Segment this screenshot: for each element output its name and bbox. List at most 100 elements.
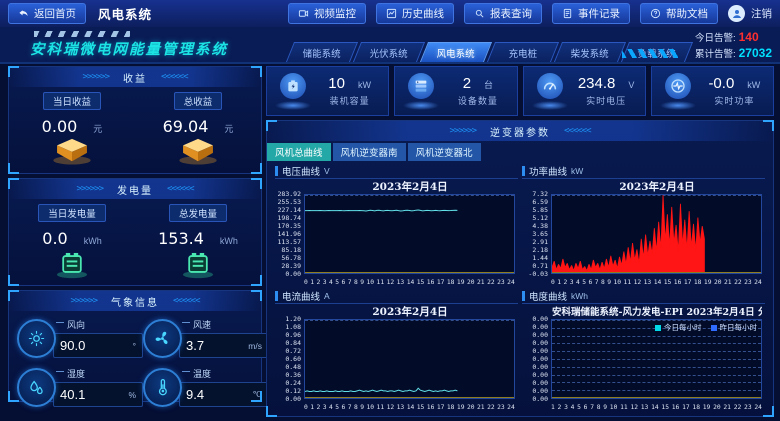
temperature-value: 9.4 — [186, 387, 204, 402]
tab-fan-inverter-south[interactable]: 风机逆变器南 — [333, 143, 406, 161]
y-tick-label: 227.14 — [278, 206, 301, 214]
x-tick-label: 5 — [335, 404, 339, 411]
user-icon — [731, 8, 743, 20]
humidity-unit: % — [128, 390, 136, 400]
inverter-params-panel: >>>>>> 逆变器参数 <<<<<< 风机总曲线 风机逆变器南 风机逆变器北 … — [266, 120, 774, 417]
tab-charging-pile[interactable]: 充电桩 — [487, 42, 559, 62]
y-tick-label: 0.00 — [532, 347, 548, 355]
x-tick-label: 1 — [557, 279, 561, 286]
history-curve-icon — [386, 8, 397, 19]
tab-storage-system[interactable]: 储能系统 — [286, 42, 358, 62]
video-monitor-button[interactable]: 视频监控 — [288, 3, 366, 24]
tab-label: 柴发系统 — [571, 46, 609, 60]
x-tick-label: 18 — [692, 404, 700, 411]
tab-pv-system[interactable]: 光伏系统 — [353, 42, 425, 62]
chevron-left-decoration: <<<<<< — [173, 296, 200, 306]
x-tick-label: 14 — [407, 279, 415, 286]
weather-panel-header: >>>>>> 气象信息 <<<<<< — [9, 291, 261, 311]
title-bar-decoration — [275, 166, 278, 176]
installed-capacity-unit: kW — [358, 80, 371, 90]
chevron-right-decoration: >>>>>> — [76, 184, 103, 194]
chevron-right-decoration: >>>>>> — [70, 296, 97, 306]
x-tick-label: 22 — [487, 279, 495, 286]
tab-label: 充电桩 — [509, 46, 538, 60]
help-docs-button[interactable]: 帮助文档 — [640, 3, 718, 24]
alarm-today-value: 140 — [739, 30, 759, 44]
avatar — [728, 5, 745, 22]
tab-fan-total-curve[interactable]: 风机总曲线 — [267, 143, 331, 161]
temperature-label: 温度 — [193, 367, 269, 380]
x-axis-labels: 0123456789101112131415161718192021222324 — [304, 276, 515, 286]
tab-fan-inverter-north[interactable]: 风机逆变器北 — [408, 143, 481, 161]
y-tick-label: 255.53 — [278, 198, 301, 206]
event-log-button[interactable]: 事件记录 — [552, 3, 630, 24]
x-tick-label: 2 — [558, 404, 562, 411]
y-tick-label: 0.71 — [532, 262, 548, 270]
x-tick-label: 2 — [317, 279, 321, 286]
humidity-icon — [17, 368, 56, 407]
left-column: >>>>>> 收益 <<<<<< 当日收益 0.00元 总收益 69.04元 — [8, 66, 262, 402]
energy-chart-header: 电度曲线kWh — [522, 289, 765, 304]
alarm-today-label: 今日告警: — [695, 33, 736, 44]
chart-legend: 今日每小时昨日每小时 — [655, 322, 757, 333]
wind-power-dashboard: 返回首页 风电系统 视频监控 历史曲线 报表查询 事件记录 帮助文档 — [0, 0, 780, 421]
y-tick-label: 2.91 — [532, 238, 548, 246]
y-tick-label: 2.18 — [532, 246, 548, 254]
x-tick-label: 4 — [571, 404, 575, 411]
x-axis-line — [305, 272, 514, 273]
humidity-box: 40.1% — [53, 382, 143, 407]
x-tick-label: 10 — [614, 279, 622, 286]
current-chart: 2023年2月4日1.201.080.960.840.720.600.480.3… — [275, 304, 518, 410]
wind-speed-cell: 风速 3.7m/s — [143, 318, 269, 358]
y-tick-label: 113.57 — [278, 238, 301, 246]
energy-chart-unit: kWh — [571, 291, 588, 301]
x-tick-label: 20 — [467, 279, 475, 286]
x-tick-label: 13 — [397, 404, 405, 411]
x-tick-label: 20 — [714, 279, 722, 286]
help-docs-label: 帮助文档 — [666, 6, 708, 21]
device-count-icon — [399, 70, 443, 112]
logout-button[interactable]: 注销 — [728, 5, 772, 22]
x-tick-label: 15 — [664, 279, 672, 286]
report-query-button[interactable]: 报表查询 — [464, 3, 542, 24]
x-tick-label: 13 — [397, 279, 405, 286]
brand-stripes-decoration — [34, 31, 130, 37]
x-tick-label: 0 — [304, 279, 308, 286]
alarm-total-label: 累计告警: — [695, 49, 736, 60]
y-tick-label: 0.00 — [532, 363, 548, 371]
today-generation-label: 当日发电量 — [38, 204, 106, 222]
x-tick-label: 12 — [387, 279, 395, 286]
x-tick-label: 24 — [754, 279, 762, 286]
x-tick-label: 3 — [323, 279, 327, 286]
x-axis-line — [552, 272, 761, 273]
x-tick-label: 11 — [620, 404, 628, 411]
y-tick-label: 0.00 — [532, 323, 548, 331]
realtime-power-value: -0.0 — [708, 75, 734, 92]
history-curve-label: 历史曲线 — [402, 6, 444, 21]
current-chart-name: 电流曲线 — [282, 289, 320, 303]
history-curve-button[interactable]: 历史曲线 — [376, 3, 454, 24]
x-tick-label: 8 — [597, 404, 601, 411]
x-tick-label: 0 — [304, 404, 308, 411]
y-tick-label: 0.24 — [285, 379, 301, 387]
x-tick-label: 22 — [487, 404, 495, 411]
x-tick-label: 23 — [744, 279, 752, 286]
y-tick-label: 0.84 — [285, 339, 301, 347]
event-log-label: 事件记录 — [578, 6, 620, 21]
logout-label: 注销 — [751, 6, 772, 21]
tab-diesel-system[interactable]: 柴发系统 — [554, 42, 626, 62]
realtime-voltage-unit: V — [628, 80, 634, 90]
inverter-panel-title: 逆变器参数 — [490, 124, 550, 139]
page-title: 风电系统 — [98, 4, 152, 23]
back-home-button[interactable]: 返回首页 — [8, 3, 86, 24]
corner-decoration — [8, 163, 19, 174]
chevron-left-decoration: <<<<<< — [564, 126, 591, 136]
humidity-value: 40.1 — [60, 387, 85, 402]
x-tick-label: 1 — [310, 404, 314, 411]
kpi-row: 10kW 装机容量 2台 设备数量 234.8V 实时电 — [266, 66, 774, 116]
x-tick-label: 18 — [447, 404, 455, 411]
x-tick-label: 24 — [507, 404, 515, 411]
y-tick-label: 5.85 — [532, 206, 548, 214]
y-tick-label: -0.03 — [528, 270, 548, 278]
tab-wind-system[interactable]: 风电系统 — [420, 42, 492, 62]
